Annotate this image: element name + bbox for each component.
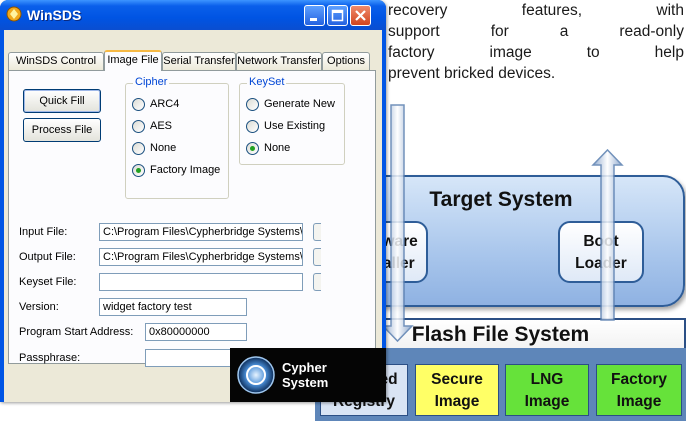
radio-label: ARC4 — [150, 98, 180, 110]
logo-text-line-1: Cypher — [282, 360, 327, 375]
tab-winsds-control[interactable]: WinSDS Control — [8, 52, 104, 70]
app-icon — [6, 6, 22, 22]
radio-selected-icon — [246, 142, 259, 155]
radio-label: None — [264, 142, 291, 154]
output-file-field[interactable]: C:\Program Files\Cypherbridge Systems\Wi… — [99, 248, 303, 266]
radio-icon — [132, 120, 145, 133]
radio-icon — [132, 142, 145, 155]
passphrase-label: Passphrase: — [19, 352, 81, 364]
tab-serial-transfer[interactable]: Serial Transfer — [162, 52, 236, 70]
quick-fill-button[interactable]: Quick Fill — [23, 89, 101, 113]
window-client-area: WinSDS Control Image File Serial Transfe… — [4, 30, 386, 402]
tab-image-file[interactable]: Image File — [104, 50, 162, 71]
radio-icon — [246, 120, 259, 133]
keyset-group-label: KeySet — [247, 76, 287, 88]
radio-selected-icon — [132, 164, 145, 177]
cypherbridge-logo: Cypher System — [230, 348, 386, 402]
version-label: Version: — [19, 301, 59, 313]
keyset-group: KeySet Generate New Use Existing None — [239, 76, 345, 165]
radio-label: Factory Image — [150, 164, 221, 176]
image-file-panel: Quick Fill Process File Cipher ARC4 AES … — [8, 70, 376, 367]
radio-icon — [246, 98, 259, 111]
logo-text-line-2: System — [282, 375, 329, 390]
winsds-window: WinSDS WinSDS Control Image File Serial … — [0, 0, 386, 402]
minimize-icon — [310, 18, 317, 21]
down-arrow-icon — [381, 104, 414, 343]
input-file-field[interactable]: C:\Program Files\Cypherbridge Systems\Wi… — [99, 223, 303, 241]
keyset-file-browse-button[interactable] — [313, 273, 321, 291]
tab-network-transfer[interactable]: Network Transfer — [236, 52, 322, 70]
program-start-address-label: Program Start Address: — [19, 326, 134, 338]
close-icon — [355, 10, 366, 21]
maximize-icon — [331, 9, 344, 22]
keyset-file-label: Keyset File: — [19, 276, 77, 288]
title-bar[interactable]: WinSDS — [0, 0, 386, 30]
radio-label: AES — [150, 120, 173, 132]
radio-label: None — [150, 142, 177, 154]
version-field[interactable]: widget factory test — [99, 298, 247, 316]
cipher-group: Cipher ARC4 AES None Factory Image — [125, 76, 229, 199]
keyset-file-field[interactable] — [99, 273, 303, 291]
maximize-button[interactable] — [327, 5, 348, 26]
minimize-button[interactable] — [304, 5, 325, 26]
logo-emblem-icon — [237, 356, 275, 394]
up-arrow-icon — [591, 148, 624, 321]
output-file-label: Output File: — [19, 251, 76, 263]
radio-icon — [132, 98, 145, 111]
radio-label: Use Existing — [264, 120, 326, 132]
window-title: WinSDS — [27, 7, 82, 23]
program-start-address-field[interactable]: 0x80000000 — [145, 323, 247, 341]
output-file-browse-button[interactable] — [313, 248, 321, 266]
process-file-button[interactable]: Process File — [23, 118, 101, 142]
input-file-browse-button[interactable] — [313, 223, 321, 241]
cipher-group-label: Cipher — [133, 76, 170, 88]
close-button[interactable] — [350, 5, 371, 26]
input-file-label: Input File: — [19, 226, 68, 238]
tab-options[interactable]: Options — [322, 52, 370, 70]
radio-label: Generate New — [264, 98, 335, 110]
